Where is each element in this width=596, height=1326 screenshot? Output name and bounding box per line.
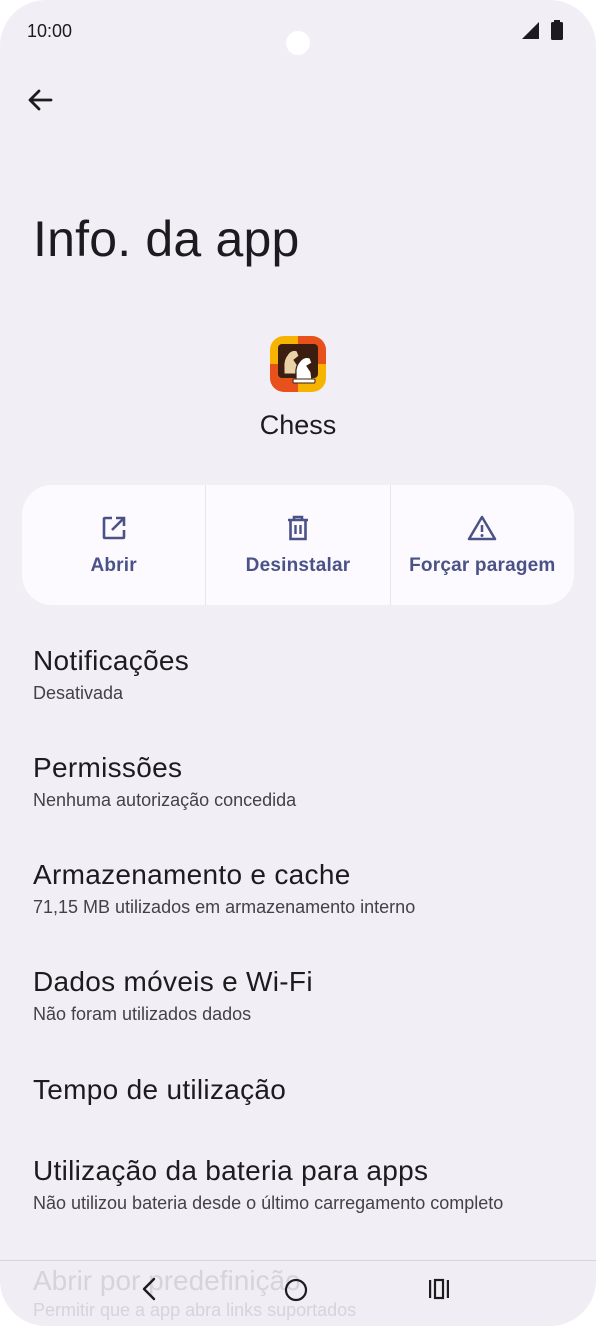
app-name: Chess [259,410,337,440]
nav-home-icon[interactable] [284,1278,308,1302]
setting-title: Armazenamento e cache [33,859,351,890]
setting-subtitle: Nenhuma autorização concedida [33,790,297,810]
setting-subtitle: Desativada [33,683,124,703]
setting-open-by-default-subtitle: Permitir que a app abra links suportados [33,1300,357,1320]
trash-icon [283,513,313,543]
open-external-icon [99,513,129,543]
setting-subtitle: 71,15 MB utilizados em armazenamento int… [33,897,416,917]
arrow-left-icon [28,89,53,111]
setting-title: Utilização da bateria para apps [33,1155,429,1186]
nav-back-icon[interactable] [138,1276,160,1302]
phone-screen: 10:00 Info. da app Chess Abrir Desinstal… [0,0,596,1326]
setting-title: Permissões [33,752,183,783]
setting-title: Notificações [33,645,190,676]
back-button[interactable] [22,82,58,118]
setting-screen-time[interactable]: Tempo de utilização [33,1074,578,1106]
page-title: Info. da app [33,211,300,267]
force-stop-button[interactable]: Forçar paragem [389,485,574,605]
setting-notifications[interactable]: Notificações Desativada [33,645,578,704]
setting-title: Dados móveis e Wi-Fi [33,966,313,997]
open-label: Abrir [90,555,137,576]
action-bar: Abrir Desinstalar Forçar paragem [22,485,574,605]
setting-open-by-default-title[interactable]: Abrir por predefinição [33,1265,301,1297]
setting-storage[interactable]: Armazenamento e cache 71,15 MB utilizado… [33,859,578,918]
setting-battery[interactable]: Utilização da bateria para apps Não util… [33,1155,578,1214]
open-button[interactable]: Abrir [22,485,205,605]
status-bar: 10:00 [0,0,596,64]
setting-subtitle: Não utilizou bateria desde o último carr… [33,1193,504,1213]
front-camera [286,31,310,55]
chess-app-icon [270,336,326,392]
setting-subtitle: Não foram utilizados dados [33,1004,252,1024]
setting-mobile-data[interactable]: Dados móveis e Wi-Fi Não foram utilizado… [33,966,578,1025]
setting-title: Tempo de utilização [33,1074,287,1105]
force-stop-label: Forçar paragem [409,555,556,576]
warning-icon [467,513,497,543]
signal-icon [522,22,539,39]
uninstall-button[interactable]: Desinstalar [205,485,389,605]
battery-icon [551,20,563,40]
uninstall-label: Desinstalar [245,555,351,576]
nav-recents-icon[interactable] [427,1278,451,1300]
status-time: 10:00 [27,21,73,41]
setting-permissions[interactable]: Permissões Nenhuma autorização concedida [33,752,578,811]
